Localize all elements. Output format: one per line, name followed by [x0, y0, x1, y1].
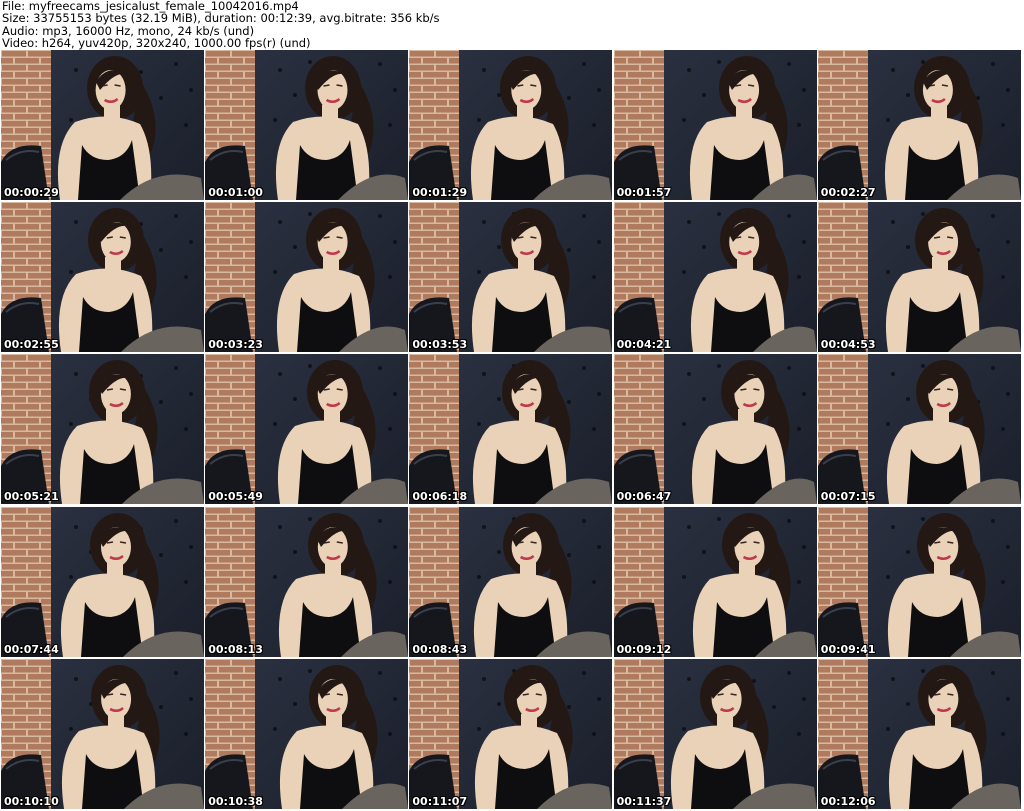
thumbnail-frame[interactable]: 00:04:21 — [613, 202, 817, 353]
frame-timestamp: 00:08:43 — [412, 642, 468, 656]
video-frame-image — [205, 658, 409, 809]
frame-timestamp: 00:09:12 — [616, 642, 672, 656]
thumbnail-frame[interactable]: 00:07:15 — [817, 354, 1021, 505]
video-frame-image — [409, 202, 613, 353]
frame-timestamp: 00:06:18 — [412, 490, 468, 504]
video-frame-image — [1, 50, 204, 200]
frame-timestamp: 00:08:13 — [208, 642, 263, 656]
thumbnail-frame[interactable]: 00:06:18 — [409, 354, 613, 505]
thumbnail-frame[interactable]: 00:01:57 — [613, 50, 817, 200]
frame-timestamp: 00:11:37 — [616, 794, 672, 808]
frame-timestamp: 00:04:21 — [616, 338, 672, 352]
thumbnail-frame[interactable]: 00:05:49 — [205, 354, 409, 505]
frame-timestamp: 00:05:21 — [4, 490, 59, 504]
frame-timestamp: 00:12:06 — [820, 794, 876, 808]
thumbnail-frame[interactable]: 00:08:13 — [205, 506, 409, 657]
thumbnail-frame[interactable]: 00:01:29 — [409, 50, 613, 200]
frame-timestamp: 00:05:49 — [208, 490, 263, 504]
video-frame-image — [409, 354, 613, 505]
video-frame-image — [1, 202, 204, 353]
thumbnail-frame[interactable]: 00:02:27 — [817, 50, 1021, 200]
video-frame-image — [817, 506, 1021, 657]
thumbnail-frame[interactable]: 00:12:06 — [817, 658, 1021, 809]
frame-timestamp: 00:00:29 — [4, 186, 59, 199]
video-frame-image — [817, 354, 1021, 505]
frame-timestamp: 00:03:23 — [208, 338, 263, 352]
video-frame-image — [205, 50, 409, 200]
frame-timestamp: 00:01:57 — [616, 186, 672, 199]
video-frame-image — [1, 354, 204, 505]
thumbnail-frame[interactable]: 00:04:53 — [817, 202, 1021, 353]
video-info-line: Video: h264, yuv420p, 320x240, 1000.00 f… — [2, 36, 311, 51]
thumbnail-frame[interactable]: 00:10:38 — [205, 658, 409, 809]
video-frame-image — [1, 658, 204, 809]
video-frame-image — [409, 658, 613, 809]
thumbnail-frame[interactable]: 00:07:44 — [1, 506, 204, 657]
thumbnail-grid: 00:00:29 00:01:00 00:01:29 00:01:57 00:02:27… — [1, 50, 1023, 811]
thumbnail-frame[interactable]: 00:03:23 — [205, 202, 409, 353]
thumbnail-frame[interactable]: 00:05:21 — [1, 354, 204, 505]
thumbnail-frame[interactable]: 00:10:10 — [1, 658, 204, 809]
video-frame-image — [613, 658, 817, 809]
video-frame-image — [613, 202, 817, 353]
frame-timestamp: 00:07:15 — [820, 490, 876, 504]
frame-timestamp: 00:09:41 — [820, 642, 876, 656]
video-frame-image — [817, 50, 1021, 200]
frame-timestamp: 00:06:47 — [616, 490, 672, 504]
video-frame-image — [613, 50, 817, 200]
frame-timestamp: 00:04:53 — [820, 338, 876, 352]
frame-timestamp: 00:03:53 — [412, 338, 468, 352]
frame-timestamp: 00:01:00 — [208, 186, 263, 199]
frame-timestamp: 00:11:07 — [412, 794, 468, 808]
video-frame-image — [205, 202, 409, 353]
thumbnail-frame[interactable]: 00:00:29 — [1, 50, 204, 200]
video-frame-image — [205, 354, 409, 505]
frame-timestamp: 00:10:38 — [208, 794, 263, 808]
video-frame-image — [817, 202, 1021, 353]
thumbnail-frame[interactable]: 00:03:53 — [409, 202, 613, 353]
video-frame-image — [817, 658, 1021, 809]
thumbnail-frame[interactable]: 00:02:55 — [1, 202, 204, 353]
thumbnail-frame[interactable]: 00:09:12 — [613, 506, 817, 657]
video-frame-image — [409, 50, 613, 200]
thumbnail-frame[interactable]: 00:08:43 — [409, 506, 613, 657]
thumbnail-frame[interactable]: 00:11:37 — [613, 658, 817, 809]
thumbnail-frame[interactable]: 00:11:07 — [409, 658, 613, 809]
thumbnail-frame[interactable]: 00:01:00 — [205, 50, 409, 200]
frame-timestamp: 00:02:27 — [820, 186, 876, 199]
thumbnail-frame[interactable]: 00:06:47 — [613, 354, 817, 505]
video-frame-image — [205, 506, 409, 657]
video-frame-image — [1, 506, 204, 657]
file-size-line: Size: 33755153 bytes (32.19 MiB), durati… — [2, 11, 440, 26]
frame-timestamp: 00:02:55 — [4, 338, 59, 352]
video-frame-image — [613, 506, 817, 657]
frame-timestamp: 00:07:44 — [4, 642, 59, 656]
thumbnail-frame[interactable]: 00:09:41 — [817, 506, 1021, 657]
video-frame-image — [409, 506, 613, 657]
file-info-header: File: myfreecams_jesicalust_female_10042… — [2, 0, 1022, 50]
frame-timestamp: 00:01:29 — [412, 186, 468, 199]
frame-timestamp: 00:10:10 — [4, 794, 59, 808]
video-frame-image — [613, 354, 817, 505]
